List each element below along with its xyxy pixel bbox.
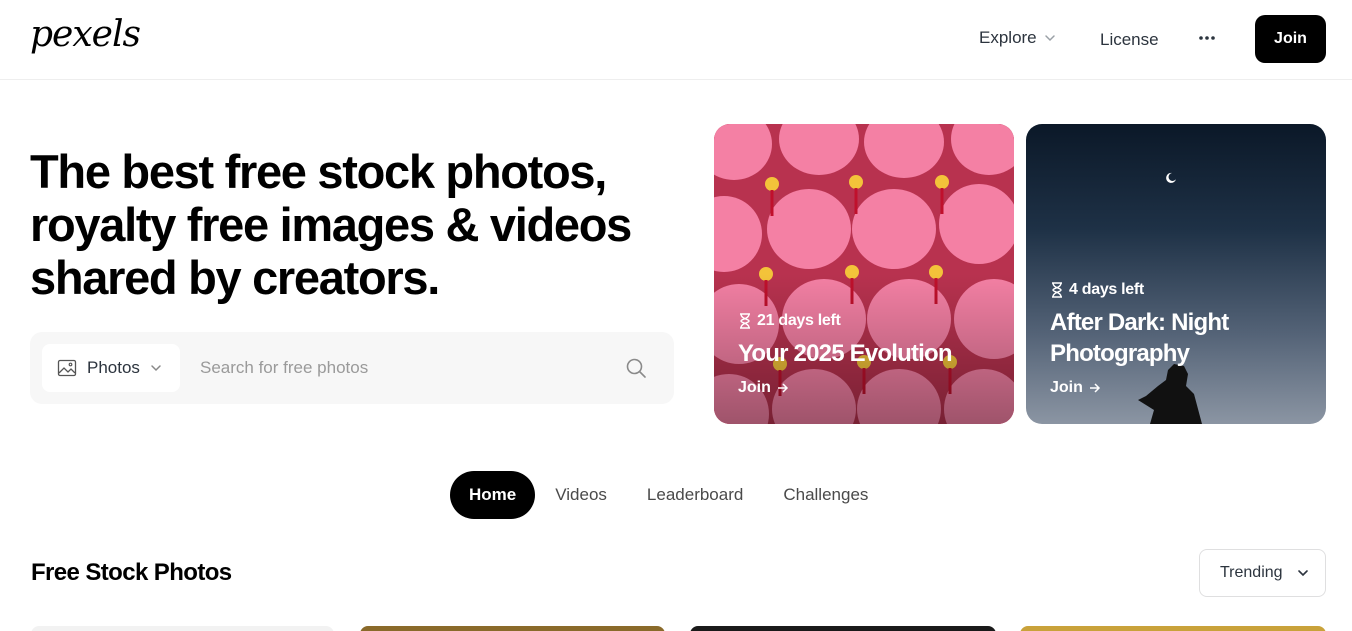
challenge-join-label: Join	[738, 379, 771, 396]
days-left-label: 4 days left	[1069, 281, 1144, 298]
chevron-down-icon	[1297, 570, 1308, 577]
arrow-right-icon	[1089, 383, 1100, 393]
photo-thumbnail[interactable]	[1020, 626, 1326, 631]
photo-thumbnail[interactable]	[31, 626, 334, 631]
challenge-card[interactable]: 4 days left After Dark: Night Photograph…	[1026, 124, 1326, 424]
hourglass-icon	[740, 313, 750, 329]
challenge-join-label: Join	[1050, 379, 1083, 396]
tab-leaderboard[interactable]: Leaderboard	[627, 471, 763, 519]
tab-videos[interactable]: Videos	[535, 471, 627, 519]
chevron-down-icon	[151, 365, 161, 372]
join-button[interactable]: Join	[1255, 15, 1326, 63]
challenge-card[interactable]: 21 days left Your 2025 Evolution Join	[714, 124, 1014, 424]
sort-label: Trending	[1220, 564, 1283, 581]
challenge-join-link[interactable]: Join	[1050, 379, 1101, 397]
chevron-down-icon	[1044, 35, 1055, 42]
search-bar: Photos	[30, 332, 674, 404]
search-type-label: Photos	[87, 358, 140, 377]
pexels-logo[interactable]: pexels	[30, 14, 141, 55]
challenge-days-left: 21 days left	[738, 312, 841, 330]
challenge-days-left: 4 days left	[1050, 281, 1144, 299]
challenge-title: Your 2025 Evolution	[738, 340, 953, 367]
challenge-title: After Dark: Night Photography	[1050, 309, 1229, 367]
more-horizontal-icon[interactable]	[1197, 26, 1217, 50]
arrow-right-icon	[777, 383, 788, 393]
tab-challenges[interactable]: Challenges	[763, 471, 888, 519]
content-tabs: Home Videos Leaderboard Challenges	[450, 471, 888, 519]
days-left-label: 21 days left	[757, 312, 841, 329]
photo-thumbnail[interactable]	[360, 626, 665, 631]
hero-title: The best free stock photos, royalty free…	[30, 145, 632, 304]
tab-home[interactable]: Home	[450, 471, 536, 519]
image-icon	[57, 359, 77, 377]
search-input[interactable]	[200, 344, 620, 392]
search-icon[interactable]	[624, 356, 648, 380]
nav-explore[interactable]: Explore	[979, 28, 1056, 48]
nav-explore-label: Explore	[979, 28, 1037, 47]
section-title: Free Stock Photos	[31, 559, 232, 586]
challenge-join-link[interactable]: Join	[738, 379, 789, 397]
hourglass-icon	[1052, 282, 1062, 298]
top-navbar: pexels Explore License Join	[0, 0, 1352, 80]
sort-dropdown[interactable]: Trending	[1199, 549, 1326, 597]
photo-thumbnail[interactable]	[690, 626, 996, 631]
nav-license[interactable]: License	[1100, 30, 1159, 50]
search-type-dropdown[interactable]: Photos	[42, 344, 180, 392]
